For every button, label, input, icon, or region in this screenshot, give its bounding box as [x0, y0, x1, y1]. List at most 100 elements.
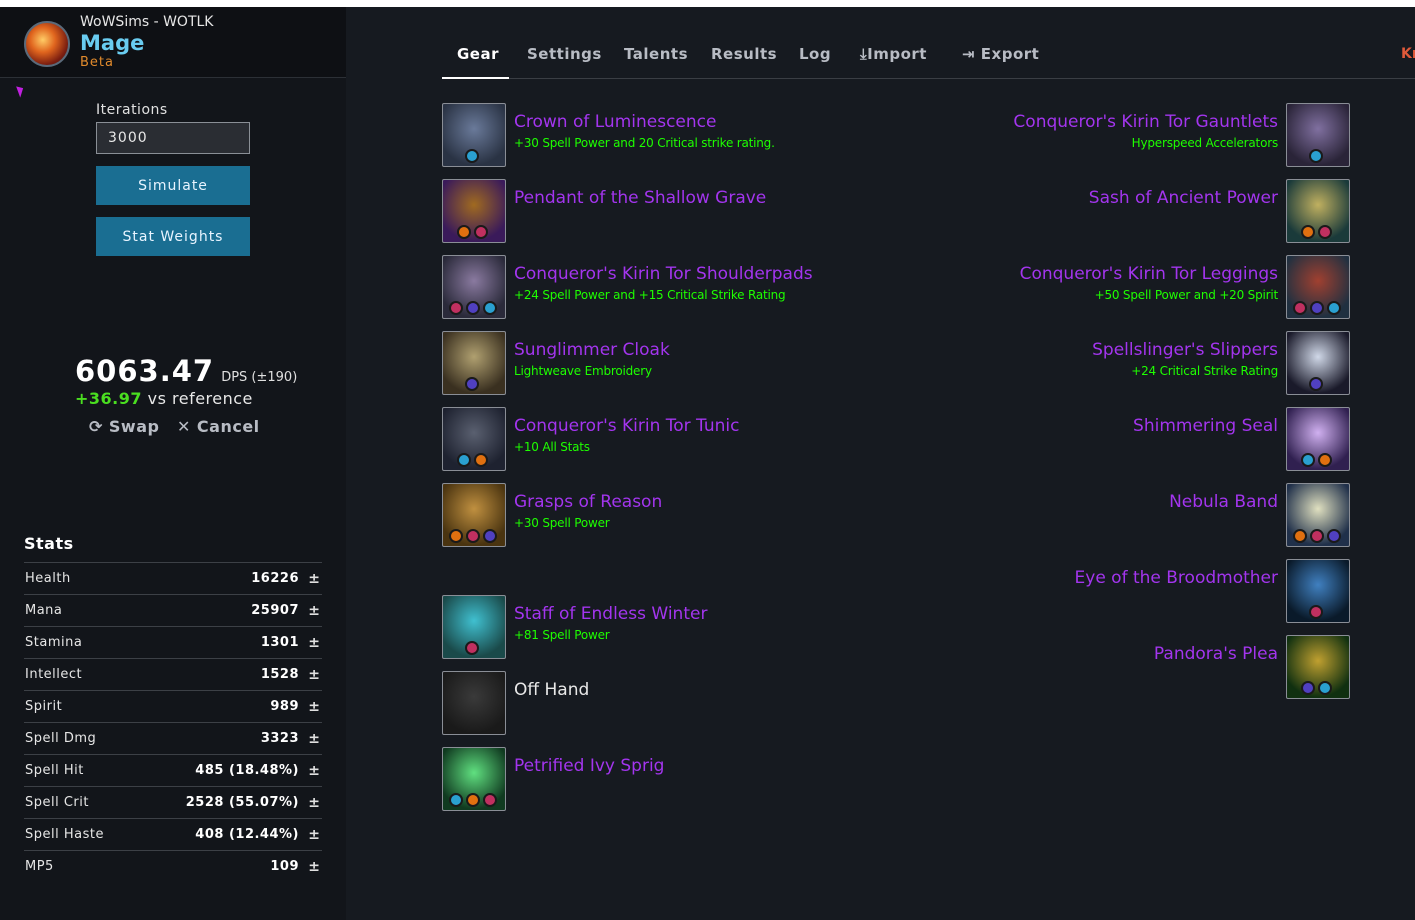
- gem-socket-icon: [1327, 529, 1341, 543]
- item-name[interactable]: Nebula Band: [1169, 492, 1278, 512]
- item-name[interactable]: Spellslinger's Slippers: [1092, 340, 1278, 360]
- necklace-icon[interactable]: [442, 179, 506, 243]
- tab-import-label: Import: [867, 45, 927, 63]
- simulate-button[interactable]: Simulate: [96, 166, 250, 205]
- staff-icon[interactable]: [442, 595, 506, 659]
- dps-result: 6063.47 DPS (±190): [75, 354, 297, 388]
- item-name[interactable]: Eye of the Broodmother: [1075, 568, 1278, 588]
- tab-gear[interactable]: Gear: [457, 45, 499, 63]
- dps-unit: DPS (±190): [221, 370, 298, 385]
- gear-slot-left[interactable]: Petrified Ivy Sprig: [442, 747, 942, 811]
- stat-row: Spell Crit 2528 (55.07%) ±: [24, 786, 322, 818]
- item-name[interactable]: Conqueror's Kirin Tor Tunic: [514, 416, 739, 436]
- shoulder-icon[interactable]: [442, 255, 506, 319]
- trinket-orb-icon[interactable]: [1286, 635, 1350, 699]
- item-enchant[interactable]: +24 Critical Strike Rating: [1131, 364, 1278, 378]
- gear-slot-right[interactable]: Sash of Ancient Power: [850, 179, 1350, 243]
- gear-slot-right[interactable]: Conqueror's Kirin Tor Leggings +50 Spell …: [850, 255, 1350, 319]
- wand-icon[interactable]: [442, 747, 506, 811]
- stat-modifier-button[interactable]: ±: [308, 795, 320, 811]
- gem-socket-icon: [449, 529, 463, 543]
- belt-icon[interactable]: [1286, 179, 1350, 243]
- item-name[interactable]: Conqueror's Kirin Tor Leggings: [1020, 264, 1278, 284]
- gear-slot-right[interactable]: Pandora's Plea: [850, 635, 1350, 699]
- ring-icon[interactable]: [1286, 407, 1350, 471]
- item-enchant[interactable]: +50 Spell Power and +20 Spirit: [1095, 288, 1279, 302]
- stat-modifier-button[interactable]: ±: [308, 763, 320, 779]
- legs-icon[interactable]: [1286, 255, 1350, 319]
- gem-socket-icon: [457, 225, 471, 239]
- item-name[interactable]: Sash of Ancient Power: [1089, 188, 1278, 208]
- stat-name: MP5: [25, 859, 54, 874]
- gear-slot-right[interactable]: Eye of the Broodmother: [850, 559, 1350, 623]
- item-enchant[interactable]: Hyperspeed Accelerators: [1132, 136, 1279, 150]
- cancel-button[interactable]: ✕ Cancel: [177, 417, 260, 436]
- tab-talents[interactable]: Talents: [624, 45, 688, 63]
- stat-modifier-button[interactable]: ±: [308, 603, 320, 619]
- hood-icon[interactable]: [442, 103, 506, 167]
- item-name[interactable]: Conqueror's Kirin Tor Gauntlets: [1013, 112, 1278, 132]
- item-name[interactable]: Staff of Endless Winter: [514, 604, 707, 624]
- tab-results[interactable]: Results: [711, 45, 777, 63]
- item-enchant[interactable]: Lightweave Embroidery: [514, 364, 652, 378]
- gem-socket-icon: [1293, 529, 1307, 543]
- stat-value: 1301: [260, 635, 299, 650]
- tab-log[interactable]: Log: [799, 45, 831, 63]
- gear-slot-right[interactable]: Spellslinger's Slippers +24 Critical Stri…: [850, 331, 1350, 395]
- item-name[interactable]: Pendant of the Shallow Grave: [514, 188, 766, 208]
- item-name[interactable]: Crown of Luminescence: [514, 112, 716, 132]
- swap-icon: ⟳: [89, 417, 103, 436]
- stat-modifier-button[interactable]: ±: [308, 731, 320, 747]
- stat-row: Stamina 1301 ±: [24, 626, 322, 658]
- bracer-icon[interactable]: [442, 483, 506, 547]
- item-enchant[interactable]: +30 Spell Power and 20 Critical strike r…: [514, 136, 775, 150]
- dps-diff-value: +36.97: [75, 389, 143, 408]
- beta-badge: Beta: [80, 55, 114, 70]
- stat-modifier-button[interactable]: ±: [308, 827, 320, 843]
- item-name[interactable]: Pandora's Plea: [1154, 644, 1278, 664]
- stat-modifier-button[interactable]: ±: [308, 635, 320, 651]
- stat-weights-button[interactable]: Stat Weights: [96, 217, 250, 256]
- gem-socket-icon: [1310, 301, 1324, 315]
- gem-socket-icon: [1318, 453, 1332, 467]
- item-enchant[interactable]: +10 All Stats: [514, 440, 590, 454]
- item-enchant[interactable]: +30 Spell Power: [514, 516, 610, 530]
- item-name[interactable]: Sunglimmer Cloak: [514, 340, 670, 360]
- stat-value: 2528 (55.07%): [185, 795, 299, 810]
- stat-modifier-button[interactable]: ±: [308, 571, 320, 587]
- cloak-icon[interactable]: [442, 331, 506, 395]
- item-name[interactable]: Conqueror's Kirin Tor Shoulderpads: [514, 264, 813, 284]
- gloves-icon[interactable]: [1286, 103, 1350, 167]
- tab-export[interactable]: ⇥ Export: [962, 45, 1039, 63]
- item-enchant[interactable]: +24 Spell Power and +15 Critical Strike …: [514, 288, 786, 302]
- stat-modifier-button[interactable]: ±: [308, 667, 320, 683]
- item-name[interactable]: Off Hand: [514, 680, 589, 700]
- stat-value: 408 (12.44%): [195, 827, 299, 842]
- boots-icon[interactable]: [1286, 331, 1350, 395]
- stat-modifier-button[interactable]: ±: [308, 859, 320, 875]
- tab-import[interactable]: ⤓Import: [860, 45, 927, 63]
- tab-settings[interactable]: Settings: [527, 45, 602, 63]
- item-name[interactable]: Shimmering Seal: [1133, 416, 1278, 436]
- stat-modifier-button[interactable]: ±: [308, 699, 320, 715]
- gem-socket-icon: [1318, 681, 1332, 695]
- iterations-input[interactable]: 3000: [96, 122, 250, 154]
- stat-row: Health 16226 ±: [24, 562, 322, 594]
- stat-name: Spirit: [25, 699, 63, 714]
- offhand-empty-icon[interactable]: [442, 671, 506, 735]
- swap-button[interactable]: ⟳ Swap: [89, 417, 159, 436]
- ring-icon[interactable]: [1286, 483, 1350, 547]
- gear-slot-right[interactable]: Nebula Band: [850, 483, 1350, 547]
- stat-row: Spell Dmg 3323 ±: [24, 722, 322, 754]
- gem-socket-icon: [465, 377, 479, 391]
- item-name[interactable]: Petrified Ivy Sprig: [514, 756, 664, 776]
- chest-icon[interactable]: [442, 407, 506, 471]
- gear-slot-right[interactable]: Conqueror's Kirin Tor Gauntlets Hyperspee…: [850, 103, 1350, 167]
- item-enchant[interactable]: +81 Spell Power: [514, 628, 610, 642]
- gem-socket-icon: [465, 641, 479, 655]
- gear-slot-right[interactable]: Shimmering Seal: [850, 407, 1350, 471]
- mage-class-logo-icon: [24, 21, 70, 67]
- trinket-eye-icon[interactable]: [1286, 559, 1350, 623]
- item-name[interactable]: Grasps of Reason: [514, 492, 662, 512]
- stat-value: 16226: [251, 571, 299, 586]
